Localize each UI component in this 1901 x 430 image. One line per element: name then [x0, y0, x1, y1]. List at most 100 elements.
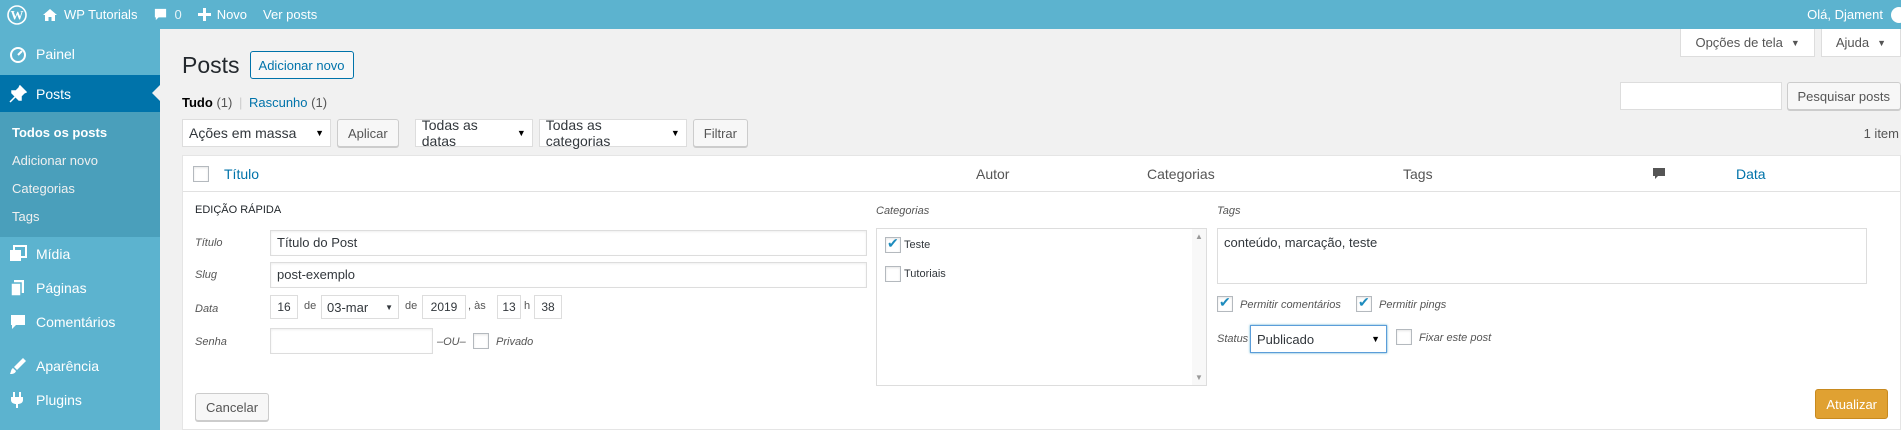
year-input[interactable]: 2019 — [422, 295, 466, 319]
table-header: Título Autor Categorias Tags Data — [183, 156, 1900, 192]
screen-options-button[interactable]: Opções de tela ▼ — [1680, 29, 1815, 57]
dates-filter-value: Todas as datas — [421, 117, 478, 149]
sidebar-item-comments[interactable]: Comentários — [0, 305, 160, 339]
categories-label: Categorias — [876, 205, 930, 217]
plugins-icon — [8, 390, 28, 410]
status-value: Publicado — [1257, 331, 1315, 347]
account-menu[interactable]: Olá, Djament — [1807, 0, 1901, 29]
sidebar-item-painel[interactable]: Painel — [0, 37, 160, 71]
update-button[interactable]: Atualizar — [1815, 389, 1888, 419]
submenu-tags[interactable]: Tags — [0, 203, 160, 231]
page-heading: Posts Adicionar novo — [182, 51, 354, 79]
date-label: Data — [195, 303, 219, 315]
submenu-categories[interactable]: Categorias — [0, 175, 160, 203]
table-nav: Ações em massa ▼ Aplicar Todas as datas … — [182, 117, 748, 149]
sidebar-item-label: Painel — [36, 46, 75, 62]
search-box: Pesquisar posts — [1619, 82, 1901, 110]
apply-button[interactable]: Aplicar — [337, 119, 399, 147]
site-name-link[interactable]: WP Tutorials — [34, 0, 145, 29]
tags-textarea[interactable]: conteúdo, marcação, teste — [1217, 228, 1867, 284]
categories-checklist: Teste Tutoriais ▲ ▼ — [876, 228, 1207, 386]
minute-input[interactable]: 38 — [534, 295, 562, 319]
status-select[interactable]: Publicado ▼ — [1250, 325, 1387, 353]
month-value: 03-mar — [327, 299, 369, 315]
password-input[interactable] — [270, 328, 433, 354]
pin-icon — [8, 84, 28, 104]
admin-sidebar: Painel Posts Todos os posts Adicionar no… — [0, 29, 160, 430]
allow-comments-checkbox[interactable] — [1217, 294, 1233, 312]
dropdown-arrow-icon: ▼ — [516, 128, 526, 138]
posts-table: Título Autor Categorias Tags Data Edição… — [182, 155, 1901, 430]
scroll-up-icon[interactable]: ▲ — [1195, 232, 1203, 241]
hour-separator: h — [524, 300, 531, 312]
help-button[interactable]: Ajuda ▼ — [1820, 29, 1901, 57]
cancel-button[interactable]: Cancelar — [195, 393, 270, 421]
day-input[interactable]: 16 — [270, 295, 298, 319]
password-label: Senha — [195, 336, 227, 348]
tags-label: Tags — [1217, 205, 1241, 217]
bulk-actions-select[interactable]: Ações em massa ▼ — [182, 119, 331, 147]
dates-filter-select[interactable]: Todas as datas ▼ — [414, 117, 533, 149]
appearance-icon — [8, 356, 28, 376]
private-label: Privado — [496, 336, 534, 348]
column-title[interactable]: Título — [224, 166, 259, 182]
allow-pings-checkbox[interactable] — [1356, 294, 1372, 312]
allow-pings-label: Permitir pings — [1379, 299, 1447, 311]
admin-bar: W WP Tutorials 0 Novo Ver posts Olá, Dja… — [0, 0, 1901, 29]
column-date[interactable]: Data — [1736, 166, 1766, 182]
wordpress-logo-icon[interactable]: W — [0, 0, 34, 29]
filter-draft-link[interactable]: Rascunho — [249, 95, 308, 110]
category-teste-label: Teste — [904, 239, 931, 251]
categories-filter-value: Todas as categorias — [545, 117, 611, 149]
search-posts-button[interactable]: Pesquisar posts — [1786, 82, 1901, 110]
column-categories: Categorias — [1147, 166, 1215, 182]
comments-link[interactable]: 0 — [145, 0, 189, 29]
date-separator: de — [405, 300, 418, 312]
dropdown-arrow-icon: ▼ — [1371, 334, 1380, 344]
view-posts-label: Ver posts — [263, 7, 318, 22]
sidebar-item-media[interactable]: Mídia — [0, 237, 160, 271]
caret-down-icon: ▼ — [1790, 37, 1800, 48]
category-item[interactable]: Teste — [885, 235, 931, 253]
add-new-button[interactable]: Adicionar novo — [249, 51, 354, 79]
status-filters: Tudo (1) | Rascunho (1) — [182, 95, 327, 110]
submenu-add-new[interactable]: Adicionar novo — [0, 147, 160, 175]
sidebar-item-posts[interactable]: Posts — [0, 75, 160, 112]
hour-input[interactable]: 13 — [497, 295, 521, 319]
sidebar-item-plugins[interactable]: Plugins — [0, 383, 160, 417]
submenu-all-posts[interactable]: Todos os posts — [0, 119, 160, 147]
screen-options-label: Opções de tela — [1695, 35, 1783, 50]
sidebar-item-pages[interactable]: Páginas — [0, 271, 160, 305]
categories-filter-select[interactable]: Todas as categorias ▼ — [538, 117, 687, 149]
sidebar-item-label: Posts — [36, 85, 72, 102]
category-item[interactable]: Tutoriais — [885, 266, 946, 282]
sticky-checkbox[interactable] — [1396, 329, 1412, 345]
allow-comments-label: Permitir comentários — [1240, 299, 1341, 311]
title-input[interactable]: Título do Post — [270, 230, 867, 256]
main-content: Opções de tela ▼ Ajuda ▼ Posts Adicionar… — [160, 29, 1901, 430]
category-tutoriais-checkbox[interactable] — [885, 266, 901, 282]
dropdown-arrow-icon: ▼ — [385, 302, 393, 312]
screen-meta-links: Opções de tela ▼ Ajuda ▼ — [1680, 29, 1901, 57]
greeting-text: Olá, Djament — [1807, 7, 1883, 22]
month-select[interactable]: 03-mar ▼ — [321, 295, 399, 319]
filter-button[interactable]: Filtrar — [692, 119, 748, 147]
category-tutoriais-label: Tutoriais — [904, 268, 946, 280]
filter-all-count: (1) — [216, 95, 233, 110]
scrollbar[interactable]: ▲ ▼ — [1192, 229, 1206, 385]
category-teste-checkbox[interactable] — [885, 235, 901, 253]
bulk-actions-value: Ações em massa — [189, 125, 297, 141]
sidebar-item-label: Plugins — [36, 392, 82, 408]
filter-all-link[interactable]: Tudo — [182, 95, 213, 110]
sidebar-item-label: Aparência — [36, 358, 100, 374]
dropdown-arrow-icon: ▼ — [670, 128, 680, 138]
new-content-link[interactable]: Novo — [190, 0, 255, 29]
comment-column-icon[interactable] — [1652, 167, 1666, 184]
select-all-checkbox[interactable] — [193, 166, 209, 182]
search-input[interactable] — [1619, 82, 1782, 110]
scroll-down-icon[interactable]: ▼ — [1195, 373, 1203, 382]
slug-input[interactable]: post-exemplo — [270, 262, 867, 288]
view-posts-link[interactable]: Ver posts — [255, 0, 325, 29]
private-checkbox[interactable] — [473, 333, 489, 349]
sidebar-item-appearance[interactable]: Aparência — [0, 349, 160, 383]
